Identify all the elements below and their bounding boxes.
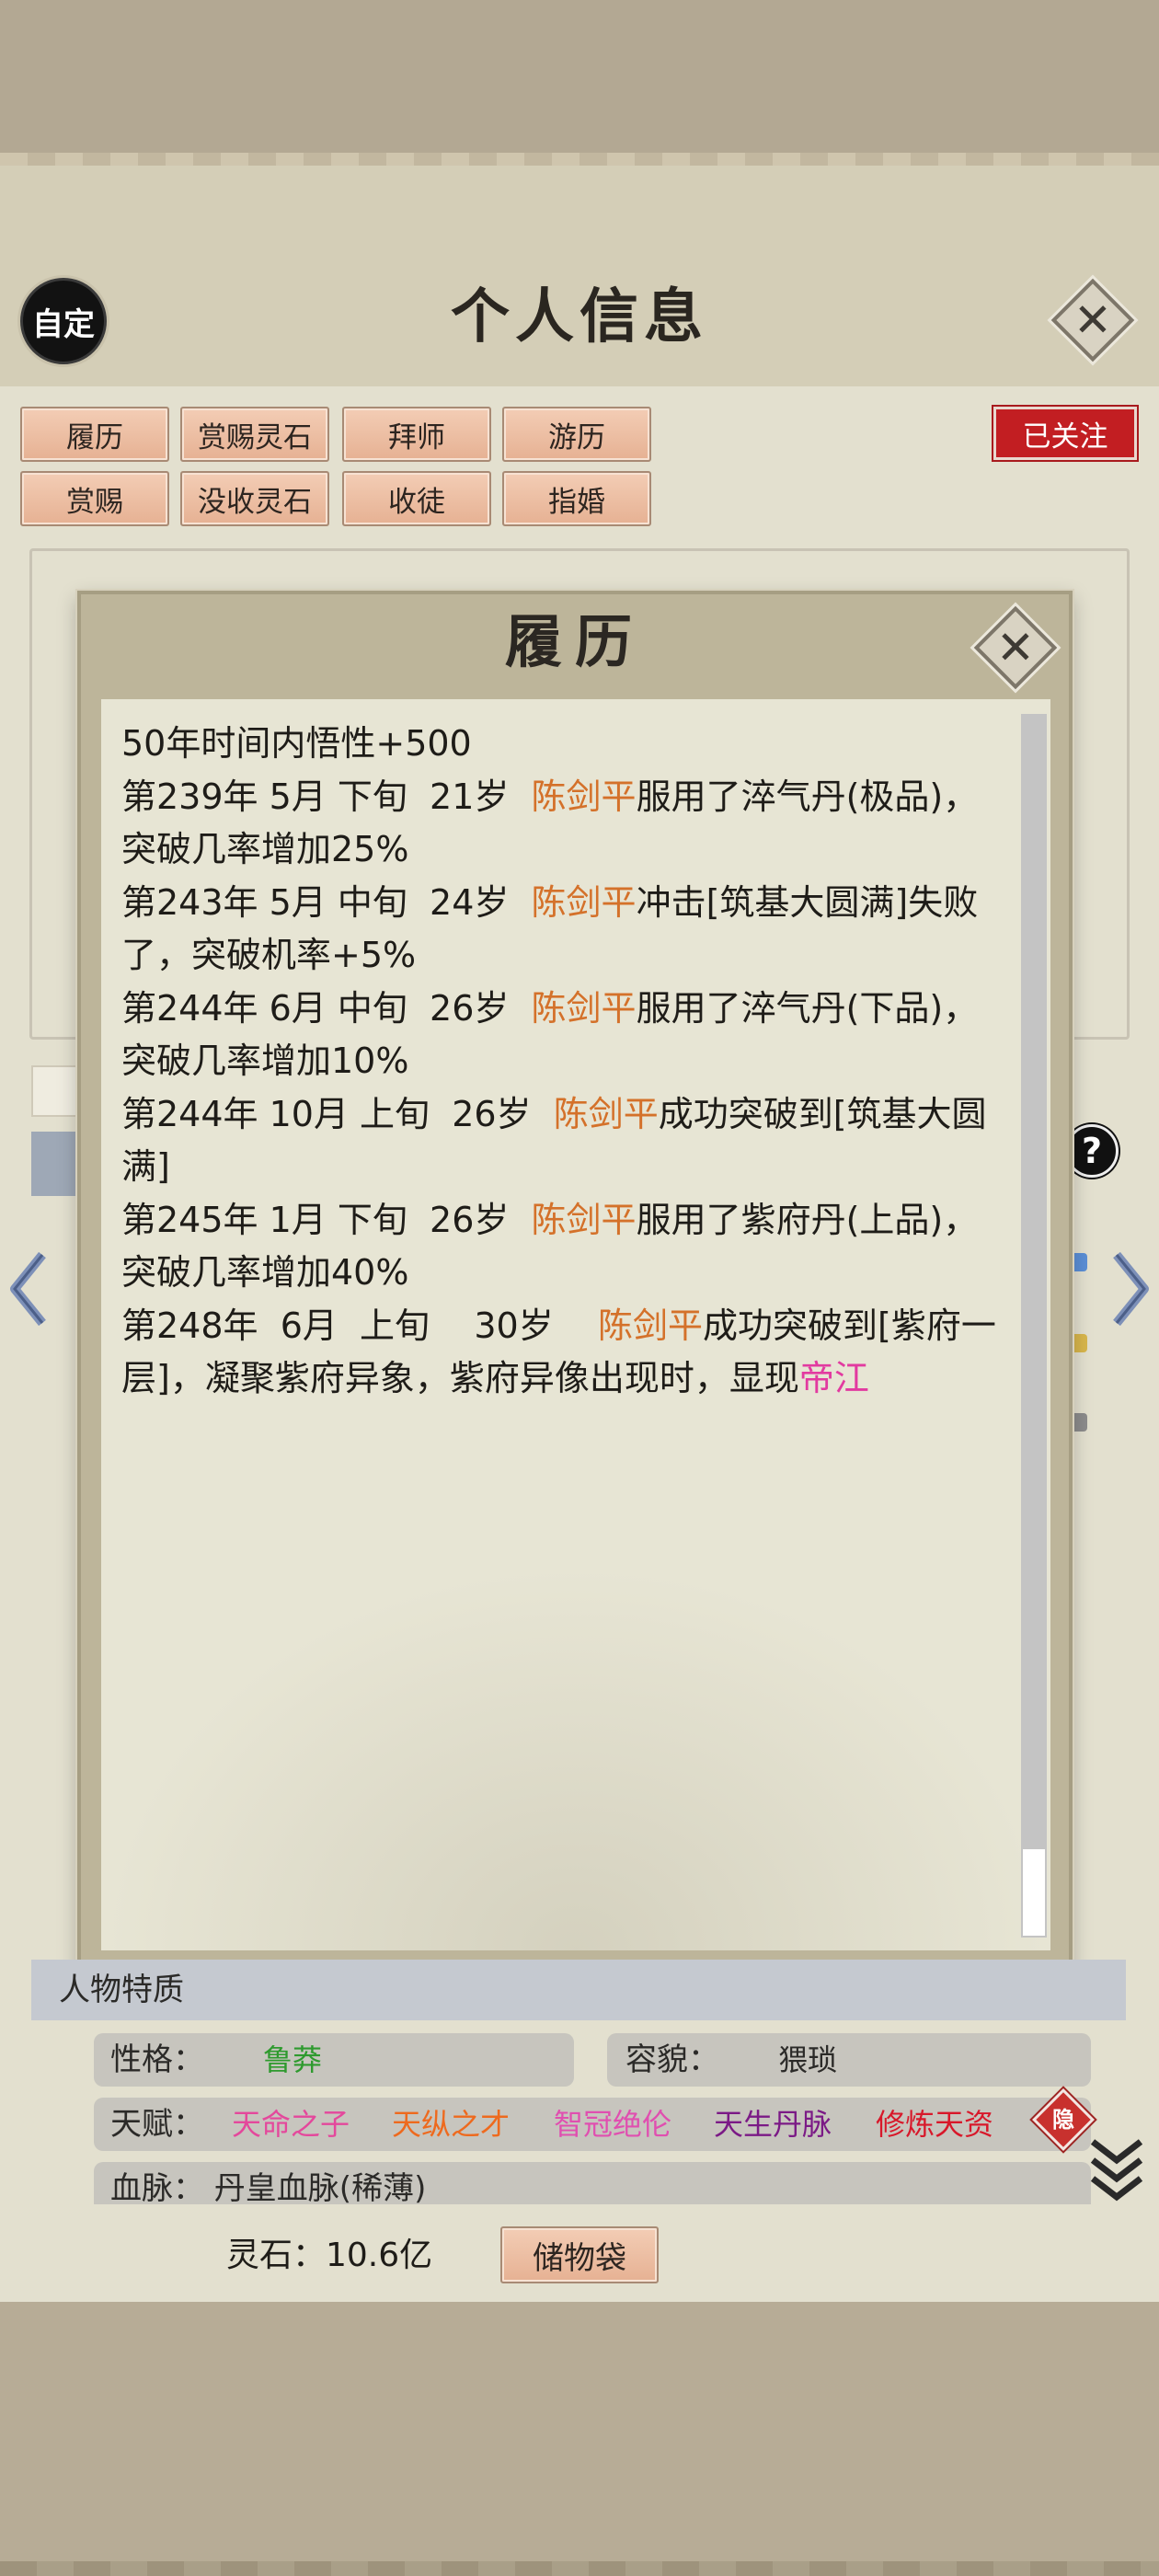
arrange-marriage-button[interactable]: 指婚 (502, 471, 651, 526)
character-name: 陈剑平 (598, 1305, 704, 1346)
history-text-segment: 第239年 5月 下旬 21岁 (121, 776, 532, 817)
history-text: 50年时间内悟性+500 第239年 5月 下旬 21岁 陈剑平服用了淬气丹(极品… (121, 718, 1014, 1406)
storage-bag-button[interactable]: 储物袋 (500, 2226, 659, 2283)
bottom-decor-area (0, 2302, 1159, 2576)
history-text-segment: 第245年 1月 下旬 26岁 (121, 1199, 532, 1240)
history-text-segment: 第248年 6月 上旬 30岁 (121, 1305, 599, 1346)
history-text-segment: 第243年 5月 中旬 24岁 (121, 881, 532, 923)
talent-item[interactable]: 天命之子 (232, 2098, 350, 2151)
auto-button[interactable]: 自定 (20, 278, 107, 364)
personality-value: 鲁莽 (263, 2042, 323, 2077)
history-text-segment: 服用了淬气丹(极品)， (636, 776, 979, 817)
history-line: 第248年 6月 上旬 30岁 陈剑平成功突破到[紫府一 (121, 1300, 1014, 1353)
character-name: 陈剑平 (531, 987, 637, 1029)
history-button[interactable]: 履历 (20, 407, 169, 462)
scrollbar-thumb[interactable] (1023, 1849, 1045, 1936)
accept-disciple-button[interactable]: 收徒 (342, 471, 491, 526)
follow-button[interactable]: 已关注 (993, 407, 1137, 460)
character-name: 陈剑平 (553, 1093, 659, 1134)
personality-label: 性格： (110, 2041, 204, 2078)
become-apprentice-button[interactable]: 拜师 (342, 407, 491, 462)
character-name: 陈剑平 (531, 1199, 637, 1240)
history-line: 了，突破机率+5% (121, 929, 1014, 983)
talent-label: 天赋： (110, 2106, 204, 2143)
history-text-segment: 满] (121, 1146, 170, 1187)
next-arrow-icon[interactable] (1100, 1248, 1155, 1330)
history-line: 50年时间内悟性+500 (121, 718, 1014, 771)
top-decor-band (0, 0, 1159, 166)
side-tab[interactable] (31, 1065, 79, 1117)
history-text-segment: 50年时间内悟性+500 (121, 723, 472, 764)
appearance-label: 容貌： (625, 2041, 719, 2078)
vision-name: 帝江 (798, 1358, 869, 1398)
appearance-value: 猥琐 (778, 2042, 838, 2077)
history-text-segment: 成功突破到[紫府一 (703, 1305, 996, 1346)
talent-item[interactable]: 天生丹脉 (714, 2098, 832, 2151)
history-text-segment: 了，突破机率+5% (121, 935, 417, 975)
history-line: 突破几率增加25% (121, 823, 1014, 877)
talent-item[interactable]: 天纵之才 (392, 2098, 510, 2151)
scrollbar-track[interactable] (1021, 714, 1047, 1938)
reward-button[interactable]: 赏赐 (20, 471, 169, 526)
history-line: 突破几率增加10% (121, 1035, 1014, 1088)
history-line: 第244年 6月 中旬 26岁 陈剑平服用了淬气丹(下品)， (121, 983, 1014, 1036)
character-name: 陈剑平 (531, 881, 637, 923)
talent-item[interactable]: 修炼天资 (876, 2098, 993, 2151)
confiscate-spirit-stone-button[interactable]: 没收灵石 (180, 471, 329, 526)
history-text-segment: 层]，凝聚紫府异象，紫府异像出现时，显现 (121, 1358, 799, 1398)
history-text-segment: 成功突破到[筑基大圆 (658, 1093, 987, 1134)
history-text-segment: 服用了紫府丹(上品)， (636, 1199, 979, 1240)
history-line: 满] (121, 1141, 1014, 1194)
history-text-segment: 突破几率增加10% (121, 1041, 409, 1081)
traits-header (31, 1960, 1126, 2020)
history-text-segment: 第244年 10月 上旬 26岁 (121, 1093, 554, 1134)
expand-chevron-icon[interactable] (1087, 2133, 1146, 2210)
reward-spirit-stone-button[interactable]: 赏赐灵石 (180, 407, 329, 462)
hide-badge-label[interactable]: 隐 (1045, 2101, 1082, 2138)
page-title: 个人信息 (451, 282, 708, 351)
history-text-segment: 突破几率增加25% (121, 829, 409, 869)
modal-title: 履历 (504, 608, 645, 675)
close-button[interactable]: ✕ (1050, 278, 1135, 362)
travel-button[interactable]: 游历 (502, 407, 651, 462)
help-icon[interactable]: ? (1065, 1124, 1119, 1178)
modal-close-button[interactable]: ✕ (973, 605, 1058, 690)
talent-item[interactable]: 智冠绝伦 (554, 2098, 671, 2151)
close-icon: ✕ (1073, 293, 1112, 347)
history-text-segment: 突破几率增加40% (121, 1252, 409, 1293)
history-line: 突破几率增加40% (121, 1247, 1014, 1300)
character-name: 陈剑平 (531, 776, 637, 817)
close-icon: ✕ (996, 621, 1035, 674)
history-line: 第244年 10月 上旬 26岁 陈剑平成功突破到[筑基大圆 (121, 1088, 1014, 1142)
history-line: 第239年 5月 下旬 21岁 陈剑平服用了淬气丹(极品)， (121, 771, 1014, 824)
history-line: 第243年 5月 中旬 24岁 陈剑平冲击[筑基大圆满]失败 (121, 877, 1014, 930)
history-text-segment: 冲击[筑基大圆满]失败 (636, 881, 979, 923)
history-text-segment: 第244年 6月 中旬 26岁 (121, 987, 532, 1029)
spirit-stone-amount: 灵石：10.6亿 (226, 2237, 433, 2274)
history-text-segment: 服用了淬气丹(下品)， (636, 987, 979, 1029)
history-line: 层]，凝聚紫府异象，紫府异像出现时，显现帝江 (121, 1352, 1014, 1406)
prev-arrow-icon[interactable] (4, 1248, 59, 1330)
traits-title: 人物特质 (59, 1972, 184, 2008)
history-line: 第245年 1月 下旬 26岁 陈剑平服用了紫府丹(上品)， (121, 1194, 1014, 1248)
